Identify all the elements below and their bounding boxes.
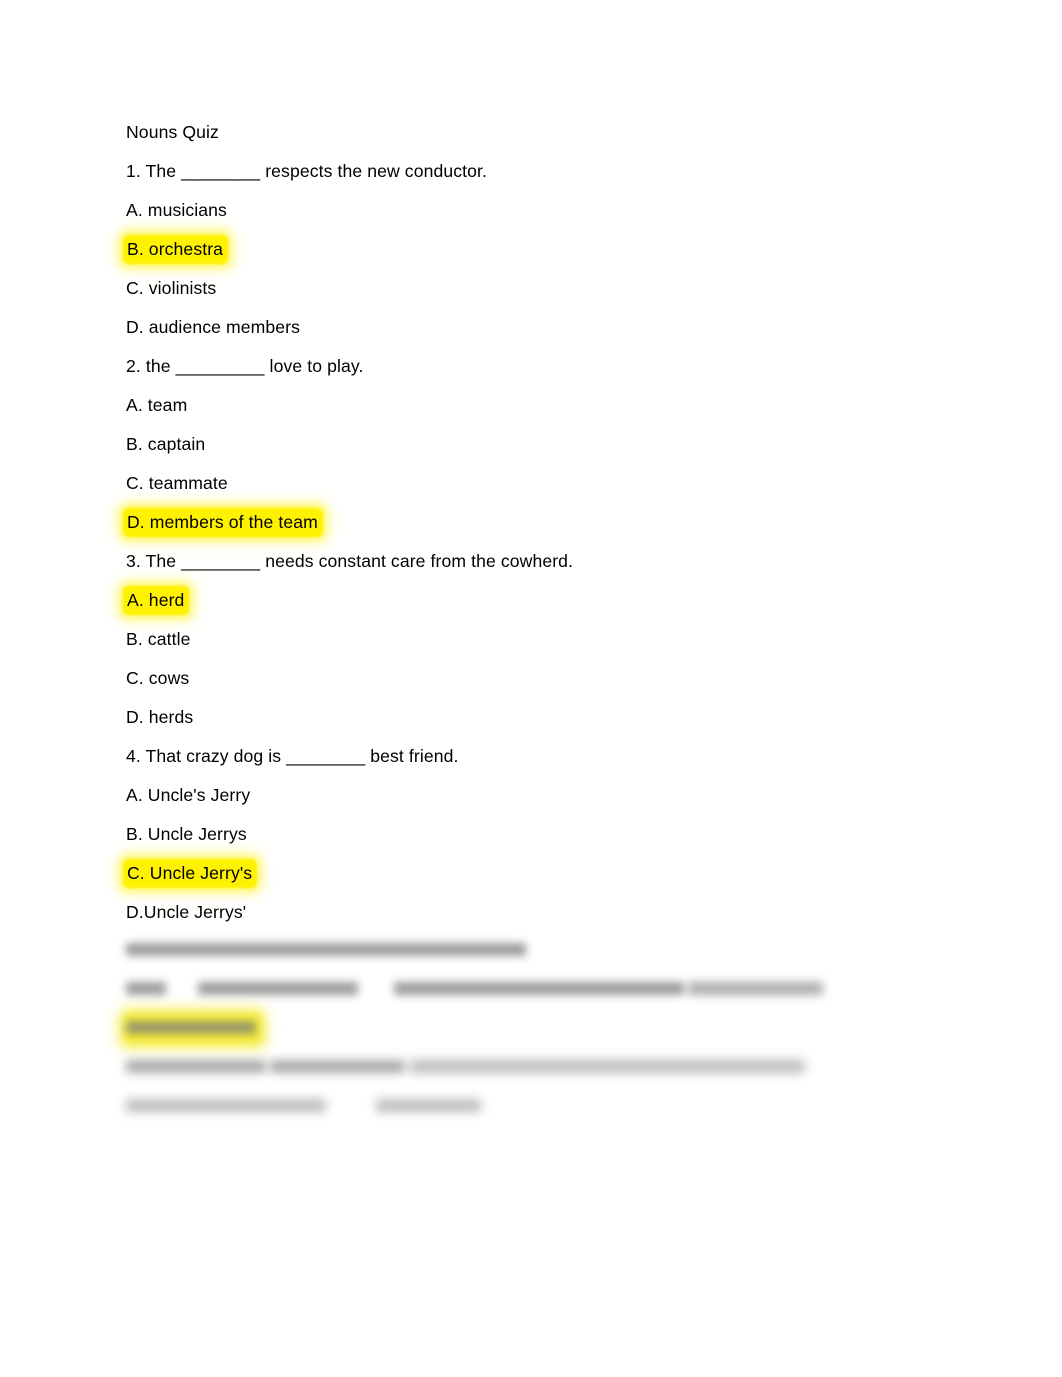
option-3-b-label: B. cattle [126,629,191,649]
option-4-a-label: A. Uncle's Jerry [126,785,251,805]
blurred-line-1 [126,938,526,960]
blurred-line-6 [270,1055,406,1077]
question-stem-4: 4. That crazy dog is ________ best frien… [126,746,459,766]
option-4-d-label: D.Uncle Jerrys' [126,902,247,922]
question-stem-2: 2. the _________ love to play. [126,356,364,376]
option-4-c[interactable]: C. Uncle Jerry's [126,862,946,885]
option-1-b[interactable]: B. orchestra [126,238,946,261]
document-page: Nouns Quiz 1. The ________ respects the … [0,0,1062,1377]
option-2-d-label: D. members of the team [126,511,320,534]
option-3-d[interactable]: D. herds [126,706,946,728]
option-2-b[interactable]: B. captain [126,433,946,455]
question-stem-3: 3. The ________ needs constant care from… [126,551,574,571]
option-3-b[interactable]: B. cattle [126,628,946,650]
blurred-text-shape [126,1021,256,1034]
option-4-b[interactable]: B. Uncle Jerrys [126,823,946,845]
blurred-section [126,938,946,1133]
document-body: Nouns Quiz 1. The ________ respects the … [126,121,946,940]
blurred-text-shape [126,1060,266,1073]
blurred-text-shape [198,982,358,995]
blurred-line-7 [409,1055,805,1077]
option-2-a-label: A. team [126,395,188,415]
blurred-line-4-highlighted [126,1016,946,1041]
blurred-text-shape [409,1060,805,1073]
page-title: Nouns Quiz [126,122,219,142]
option-2-d[interactable]: D. members of the team [126,511,946,534]
option-4-c-label: C. Uncle Jerry's [126,862,255,885]
blurred-text-shape [688,982,824,995]
blurred-text-shape [126,943,526,956]
blurred-text-shape [270,1060,406,1073]
option-1-c-label: C. violinists [126,278,217,298]
option-2-b-label: B. captain [126,434,206,454]
blurred-line-3 [688,977,824,999]
blurred-line-2 [126,977,684,999]
option-2-c[interactable]: C. teammate [126,472,946,494]
blurred-line-4-label [126,1016,259,1041]
option-1-a-label: A. musicians [126,200,227,220]
blurred-line-8 [126,1094,481,1116]
blurred-text-shape [394,982,684,995]
option-1-d[interactable]: D. audience members [126,316,946,338]
option-3-c-label: C. cows [126,668,190,688]
option-2-a[interactable]: A. team [126,394,946,416]
option-3-c[interactable]: C. cows [126,667,946,689]
option-1-b-label: B. orchestra [126,238,226,261]
option-4-b-label: B. Uncle Jerrys [126,824,247,844]
option-1-c[interactable]: C. violinists [126,277,946,299]
option-2-c-label: C. teammate [126,473,228,493]
question-stem-1: 1. The ________ respects the new conduct… [126,161,487,181]
option-1-a[interactable]: A. musicians [126,199,946,221]
option-3-a[interactable]: A. herd [126,589,946,612]
blurred-line-5 [126,1055,266,1077]
blurred-text-shape [126,982,166,995]
blurred-text-shape [376,1099,481,1112]
blurred-text-shape [126,1099,326,1112]
option-4-d[interactable]: D.Uncle Jerrys' [126,901,946,923]
option-3-d-label: D. herds [126,707,194,727]
option-1-d-label: D. audience members [126,317,301,337]
option-3-a-label: A. herd [126,589,187,612]
option-4-a[interactable]: A. Uncle's Jerry [126,784,946,806]
